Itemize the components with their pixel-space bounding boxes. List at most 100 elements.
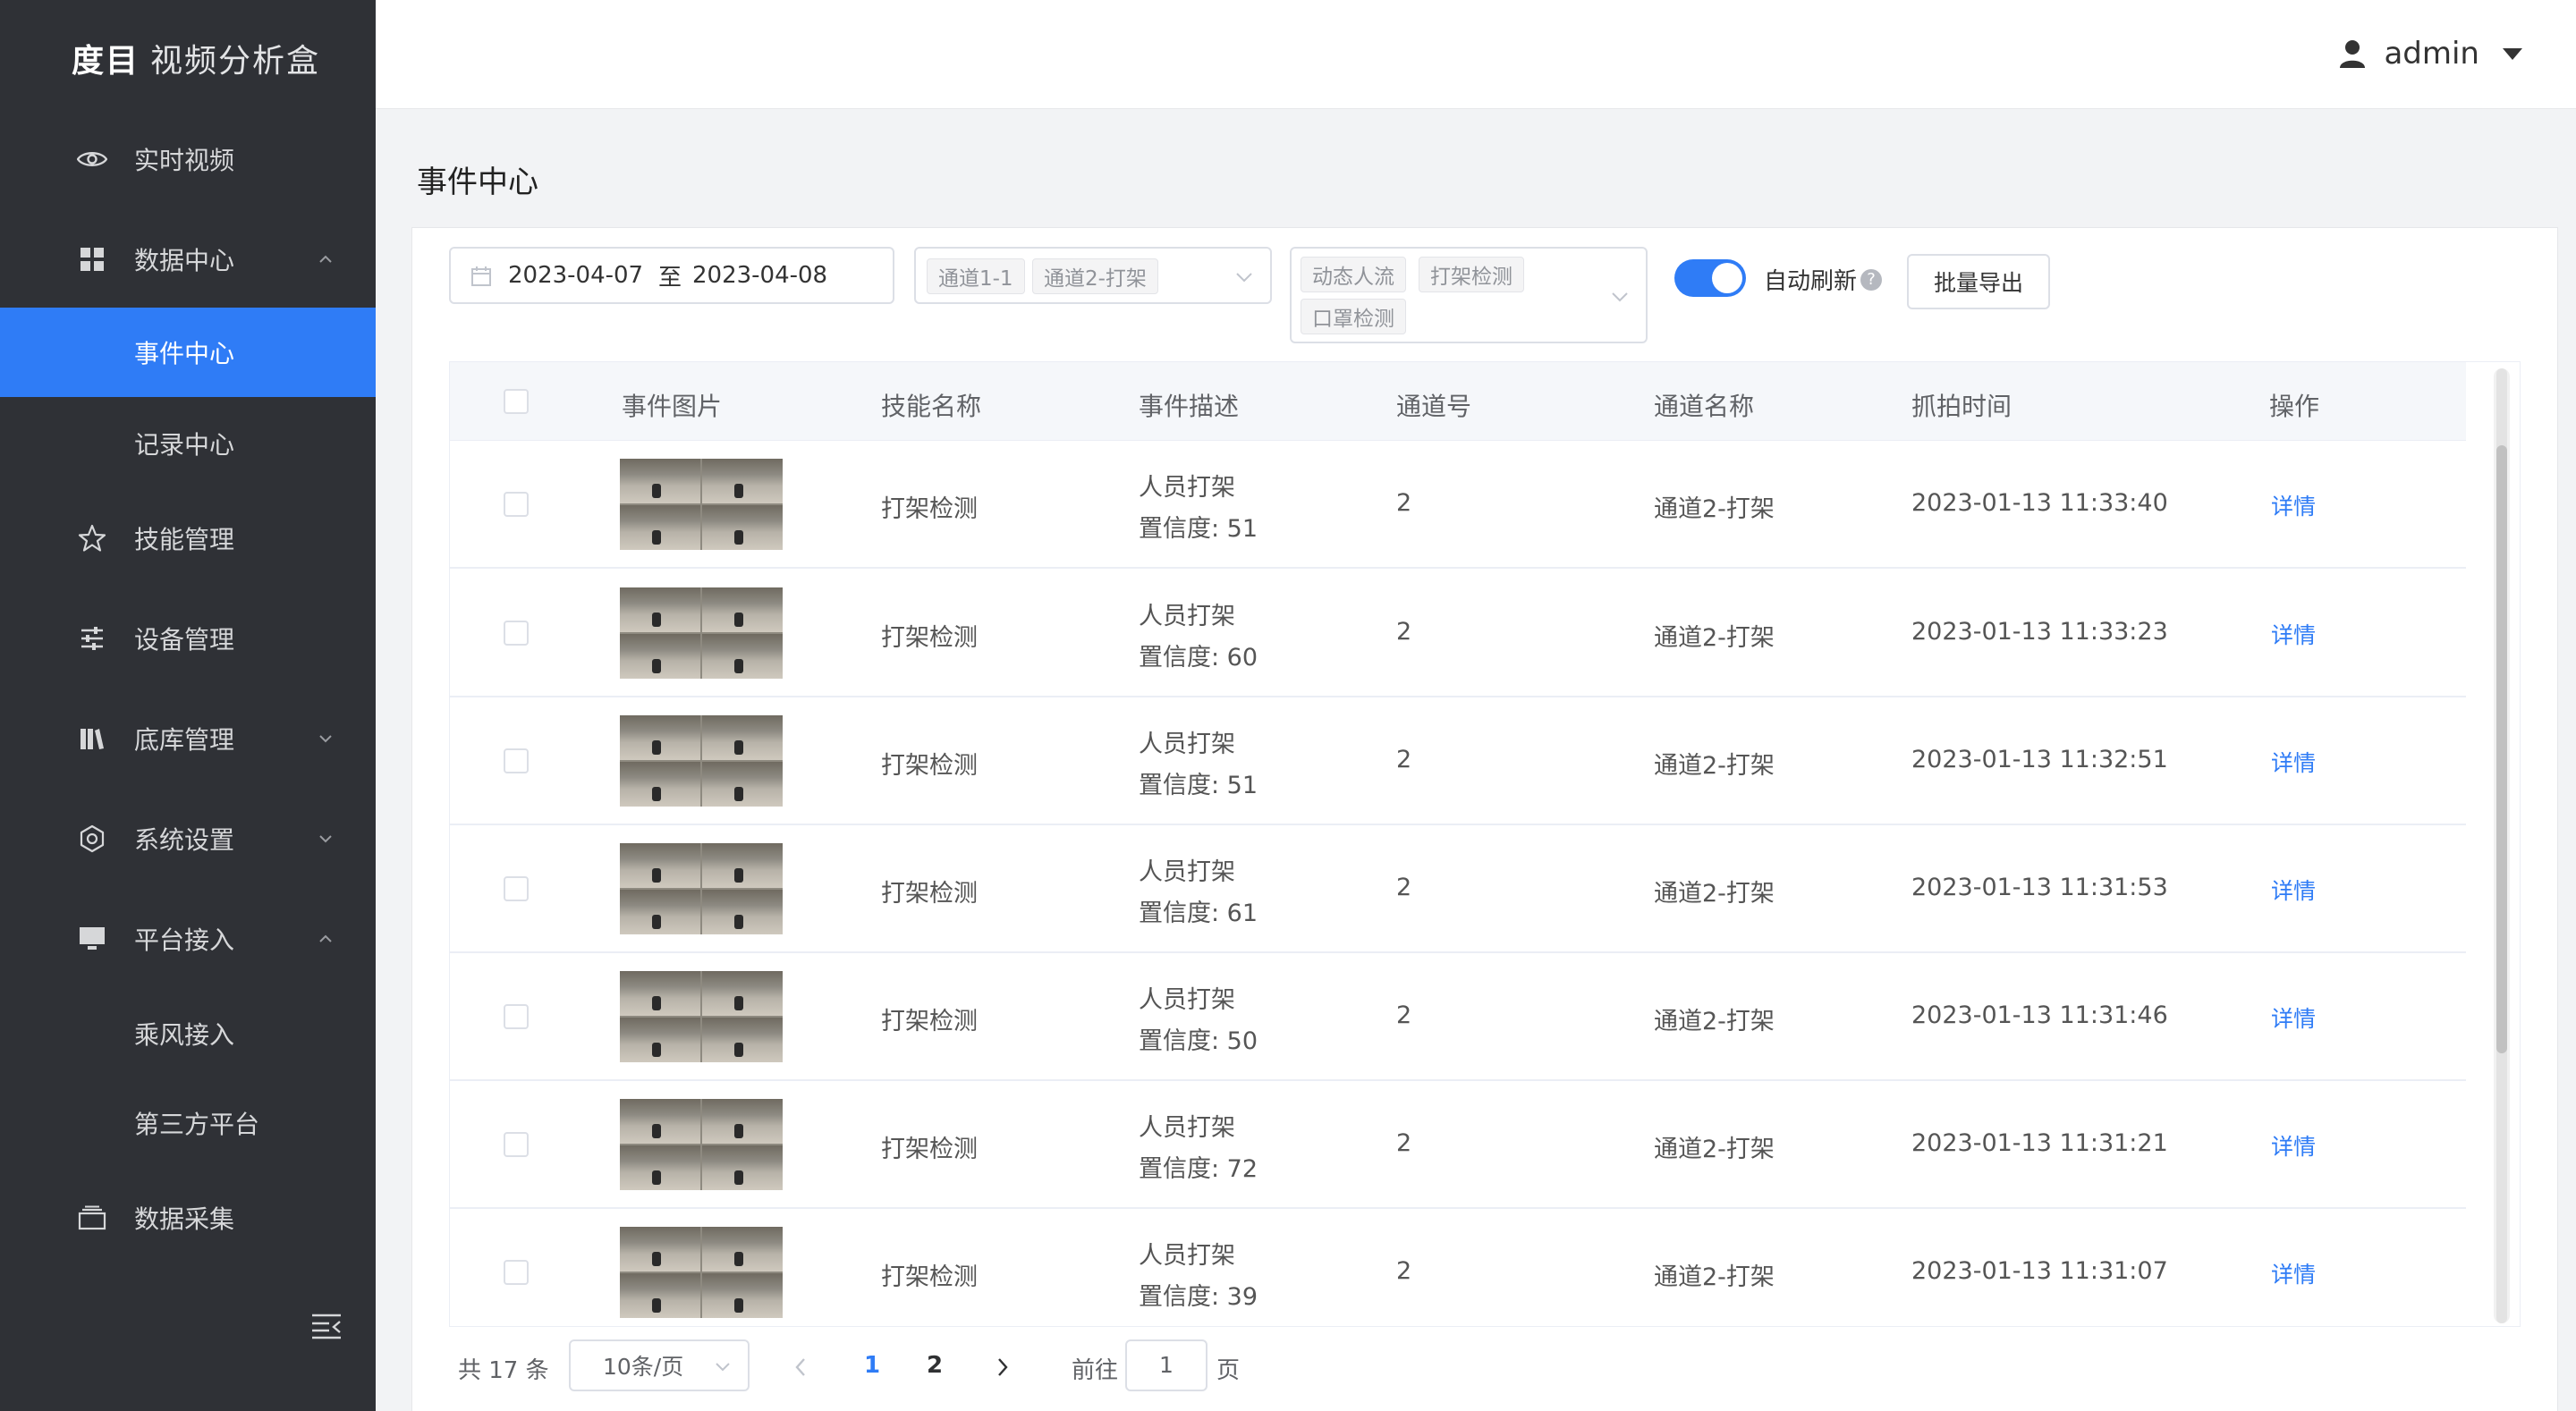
page-number-1[interactable]: 1 [864,1352,880,1379]
table-scrollbar[interactable] [2494,368,2510,1323]
caret-down-icon [2503,47,2522,60]
page-size-select[interactable]: 10条/页 [569,1339,750,1391]
sidebar-item-label: 事件中心 [134,339,235,368]
cell-channel-name: 通道2-打架 [1654,1263,1775,1291]
sidebar-item-system-settings[interactable]: 系统设置 [0,794,376,883]
date-separator: 至 [658,264,682,291]
user-menu[interactable]: admin [2339,36,2522,72]
chevron-down-icon [716,1363,730,1372]
cell-skill: 打架检测 [881,495,978,523]
detail-link[interactable]: 详情 [2271,1257,2316,1289]
cell-description: 人员打架 [1139,1114,1235,1142]
col-header-description: 事件描述 [1139,392,1240,421]
table-row: 打架检测 人员打架 置信度: 61 2 通道2-打架 2023-01-13 11:31:5… [450,825,2466,953]
cell-description: 人员打架 [1139,474,1235,502]
cell-capture-time: 2023-01-13 11:31:46 [1911,1001,2168,1029]
row-checkbox[interactable] [504,1004,529,1029]
event-thumbnail[interactable] [620,587,783,679]
table-row: 打架检测 人员打架 置信度: 60 2 通道2-打架 2023-01-13 11:33:2… [450,570,2466,697]
row-checkbox[interactable] [504,1132,529,1157]
cell-confidence: 置信度: 51 [1139,772,1258,799]
grid-icon [77,244,107,275]
detail-link[interactable]: 详情 [2271,618,2316,650]
sidebar-item-library-management[interactable]: 底库管理 [0,694,376,783]
event-table: 事件图片 技能名称 事件描述 通道号 通道名称 抓拍时间 操作 打架检测 人员打架… [449,361,2521,1327]
row-checkbox[interactable] [504,1260,529,1285]
skill-select[interactable]: 动态人流 打架检测 口罩检测 [1290,247,1648,343]
app-logo: 度目 视频分析盒 [0,0,376,116]
goto-page-input[interactable]: 1 [1125,1339,1208,1391]
row-checkbox[interactable] [504,621,529,646]
sidebar-item-device-management[interactable]: 设备管理 [0,594,376,683]
sidebar-item-label: 底库管理 [134,725,235,755]
auto-refresh-label: 自动刷新 ? [1764,263,1883,296]
eye-icon [77,144,107,174]
toggle-knob [1712,263,1742,293]
col-header-skill: 技能名称 [881,392,982,421]
event-thumbnail[interactable] [620,1227,783,1318]
cell-skill: 打架检测 [881,624,978,652]
cell-channel-name: 通道2-打架 [1654,880,1775,908]
cell-confidence: 置信度: 60 [1139,644,1258,672]
sidebar-item-skill-management[interactable]: 技能管理 [0,494,376,583]
row-checkbox[interactable] [504,492,529,517]
sidebar-item-data-collection[interactable]: 数据采集 [0,1173,376,1263]
cell-description: 人员打架 [1139,986,1235,1014]
event-thumbnail[interactable] [620,843,783,934]
detail-link[interactable]: 详情 [2271,874,2316,906]
row-checkbox[interactable] [504,876,529,901]
cell-skill: 打架检测 [881,1263,978,1291]
help-icon[interactable]: ? [1860,268,1883,291]
sidebar-item-third-party-platform[interactable]: 第三方平台 [0,1078,376,1168]
scrollbar-thumb[interactable] [2496,445,2507,1053]
cell-channel-name: 通道2-打架 [1654,495,1775,523]
channel-tag: 通道2-打架 [1032,258,1158,294]
sidebar-item-label: 平台接入 [134,925,235,955]
event-thumbnail[interactable] [620,715,783,807]
sidebar-item-label: 实时视频 [134,146,235,175]
prev-page-icon[interactable] [794,1357,807,1377]
channel-select[interactable]: 通道1-1 通道2-打架 [914,247,1272,304]
sidebar-item-platform-access[interactable]: 平台接入 [0,894,376,984]
detail-link[interactable]: 详情 [2271,489,2316,521]
cell-skill: 打架检测 [881,1136,978,1163]
menu-collapse-icon[interactable] [311,1313,342,1339]
sidebar-item-label: 第三方平台 [134,1110,260,1139]
sidebar-item-record-center[interactable]: 记录中心 [0,399,376,488]
event-thumbnail[interactable] [620,971,783,1062]
username: admin [2384,36,2479,72]
select-all-checkbox[interactable] [504,389,529,414]
sidebar-item-chengfeng-access[interactable]: 乘风接入 [0,989,376,1078]
detail-link[interactable]: 详情 [2271,746,2316,778]
event-thumbnail[interactable] [620,1099,783,1190]
sidebar-item-label: 技能管理 [134,525,235,554]
detail-link[interactable]: 详情 [2271,1001,2316,1034]
sidebar-item-label: 设备管理 [134,625,235,655]
sidebar-item-realtime-video[interactable]: 实时视频 [0,114,376,204]
page-title: 事件中心 [417,165,538,200]
chevron-down-icon [1612,292,1628,302]
chevron-up-icon [319,934,332,942]
monitor-icon [77,924,107,954]
auto-refresh-toggle[interactable] [1674,259,1746,297]
channel-tag: 通道1-1 [927,258,1025,294]
cell-channel-name: 通道2-打架 [1654,752,1775,780]
row-checkbox[interactable] [504,748,529,773]
next-page-icon[interactable] [996,1357,1009,1377]
sliders-icon [77,623,107,654]
sidebar-item-data-center[interactable]: 数据中心 [0,215,376,304]
date-range-picker[interactable]: 2023-04-07 至 2023-04-08 [449,247,894,304]
cell-skill: 打架检测 [881,752,978,780]
chevron-down-icon [319,835,332,843]
skill-tag: 口罩检测 [1301,299,1406,334]
cell-channel-no: 2 [1396,874,1412,901]
cell-skill: 打架检测 [881,880,978,908]
top-header: admin [376,0,2576,109]
batch-export-button[interactable]: 批量导出 [1907,254,2050,309]
cell-description: 人员打架 [1139,603,1235,630]
page-number-2[interactable]: 2 [927,1352,943,1379]
table-header: 事件图片 技能名称 事件描述 通道号 通道名称 抓拍时间 操作 [450,362,2466,441]
sidebar-item-event-center[interactable]: 事件中心 [0,308,376,397]
detail-link[interactable]: 详情 [2271,1129,2316,1162]
event-thumbnail[interactable] [620,459,783,550]
